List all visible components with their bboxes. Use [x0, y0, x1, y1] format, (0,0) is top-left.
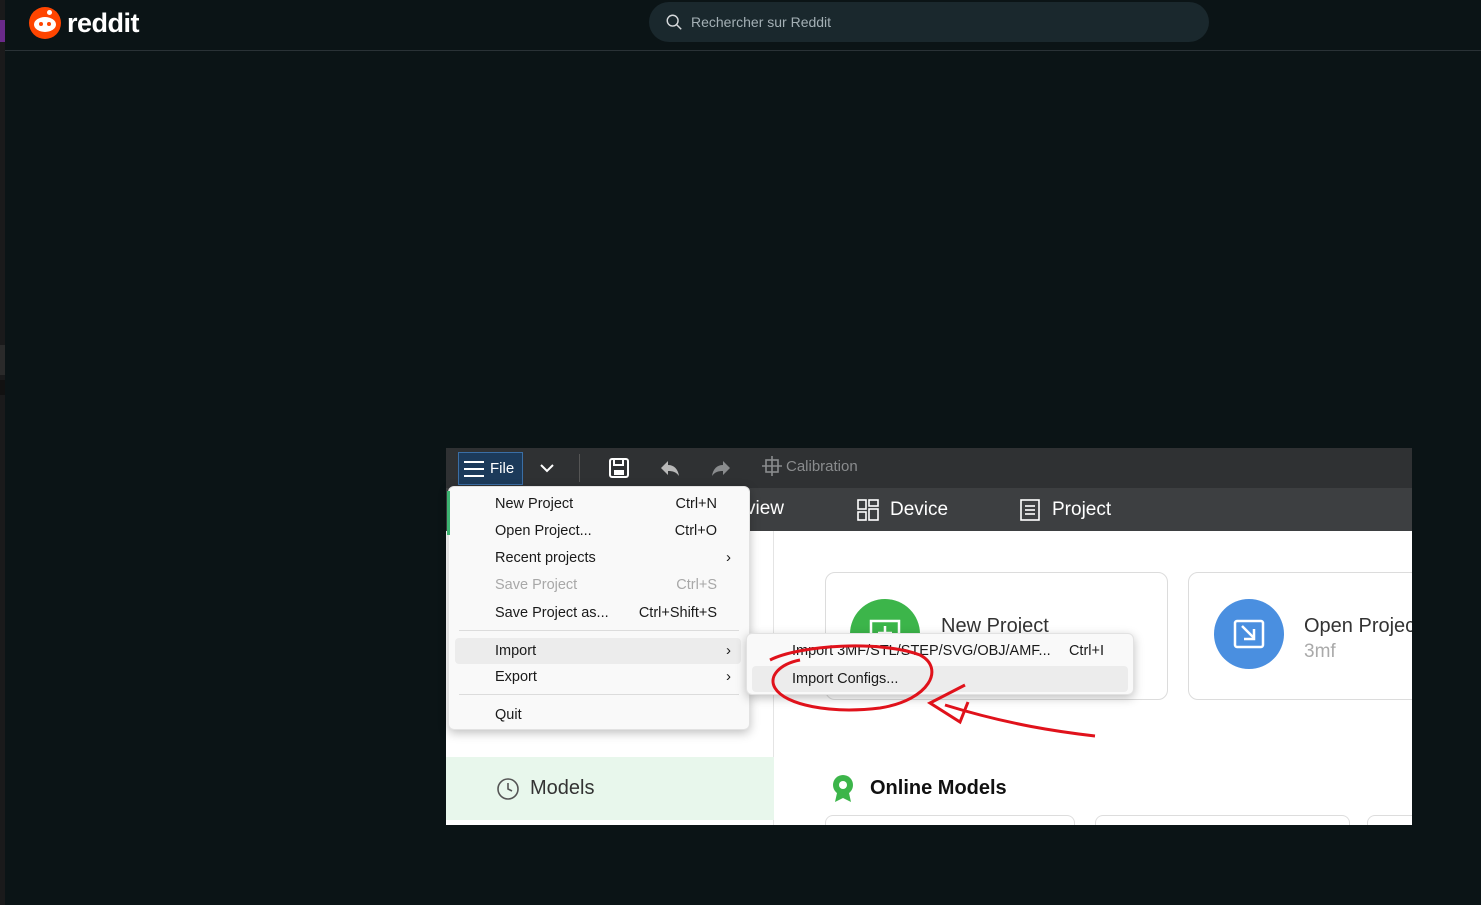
calibration-label: Calibration: [786, 457, 858, 475]
menu-separator: [459, 630, 739, 631]
menu-item-shortcut: Ctrl+Shift+S: [638, 605, 717, 621]
menu-item-label: Open Project...: [495, 523, 592, 539]
open-project-icon: [1214, 599, 1284, 669]
file-label: File: [490, 460, 515, 477]
online-models-label: Online Models: [870, 776, 1007, 799]
menu-item-label: Import Configs...: [792, 671, 899, 687]
file-dropdown-menu: New Project Ctrl+N Open Project... Ctrl+…: [447, 486, 750, 730]
open-project-subtitle: 3mf: [1304, 641, 1336, 662]
menu-item-label: Import 3MF/STL/STEP/SVG/OBJ/AMF...: [792, 643, 1051, 659]
undo-icon[interactable]: [658, 456, 682, 480]
menu-item-label: Export: [495, 669, 537, 685]
calibration-button[interactable]: Calibration: [762, 456, 858, 476]
menu-item-import-files[interactable]: Import 3MF/STL/STEP/SVG/OBJ/AMF... Ctrl+…: [752, 638, 1128, 664]
reddit-wordmark: reddit: [67, 7, 140, 38]
menu-item-open-project[interactable]: Open Project... Ctrl+O: [455, 518, 741, 544]
menu-item-label: Save Project as...: [495, 605, 609, 621]
menu-item-label: Recent projects: [495, 550, 596, 566]
tab-preview-label: view: [746, 498, 785, 519]
menu-item-recent-projects[interactable]: Recent projects ›: [455, 545, 741, 571]
chevron-down-icon[interactable]: [535, 456, 559, 480]
reddit-snoo-icon: [29, 7, 61, 39]
menu-item-quit[interactable]: Quit: [455, 702, 741, 728]
badge-icon: [833, 775, 853, 802]
tab-device[interactable]: Device: [856, 498, 948, 522]
menu-item-label: Import: [495, 643, 537, 659]
clock-icon: [497, 777, 519, 800]
file-menu-button[interactable]: File: [458, 452, 523, 485]
menu-accent-bar: [447, 491, 450, 535]
device-icon: [857, 499, 879, 521]
search-placeholder: Rechercher sur Reddit: [691, 14, 832, 30]
toolbar-divider: [579, 454, 580, 482]
reddit-header: reddit Rechercher sur Reddit: [5, 0, 1481, 51]
chevron-right-icon: ›: [726, 642, 731, 659]
online-models-heading: Online Models: [830, 773, 1007, 803]
chevron-right-icon: ›: [726, 549, 731, 566]
calibration-icon: [762, 456, 782, 476]
hamburger-icon: [464, 460, 484, 477]
menu-item-export[interactable]: Export ›: [455, 664, 741, 690]
left-window-edge: [0, 0, 5, 905]
menu-separator: [459, 694, 739, 695]
menu-item-save-project: Save Project Ctrl+S: [455, 572, 741, 598]
tab-device-label: Device: [890, 499, 949, 520]
import-submenu: Import 3MF/STL/STEP/SVG/OBJ/AMF... Ctrl+…: [746, 633, 1134, 695]
search-input[interactable]: Rechercher sur Reddit: [649, 2, 1209, 42]
menu-item-shortcut: Ctrl+I: [1068, 643, 1104, 659]
search-icon: [666, 14, 682, 30]
tab-preview[interactable]: view: [746, 498, 784, 520]
save-icon[interactable]: [607, 456, 631, 480]
menu-item-save-project-as[interactable]: Save Project as... Ctrl+Shift+S: [455, 600, 741, 626]
model-card[interactable]: [825, 815, 1075, 825]
screenshot: reddit Rechercher sur Reddit File Calibr…: [0, 0, 1481, 905]
sidebar-item-models[interactable]: Models: [446, 757, 774, 820]
model-card[interactable]: [1367, 815, 1412, 825]
menu-item-import[interactable]: Import ›: [455, 638, 741, 664]
tab-project[interactable]: Project: [1018, 498, 1111, 522]
model-card[interactable]: [1095, 815, 1350, 825]
open-project-title: Open Projec: [1304, 615, 1412, 637]
toolbar: File Calibration: [446, 448, 1412, 488]
redo-icon[interactable]: [709, 456, 733, 480]
reddit-logo[interactable]: reddit: [29, 6, 140, 40]
open-project-card[interactable]: Open Projec 3mf: [1188, 572, 1412, 700]
menu-item-shortcut: Ctrl+S: [676, 577, 717, 593]
sidebar-item-models-label: Models: [530, 777, 595, 799]
menu-item-shortcut: Ctrl+O: [674, 523, 717, 539]
project-icon: [1020, 499, 1040, 521]
menu-item-label: Quit: [495, 707, 522, 723]
menu-item-label: Save Project: [495, 577, 578, 593]
menu-item-import-configs[interactable]: Import Configs...: [752, 666, 1128, 692]
chevron-right-icon: ›: [726, 668, 731, 685]
menu-item-label: New Project: [495, 496, 574, 512]
menu-item-shortcut: Ctrl+N: [675, 496, 718, 512]
tab-project-label: Project: [1052, 499, 1112, 520]
menu-item-new-project[interactable]: New Project Ctrl+N: [455, 491, 741, 517]
